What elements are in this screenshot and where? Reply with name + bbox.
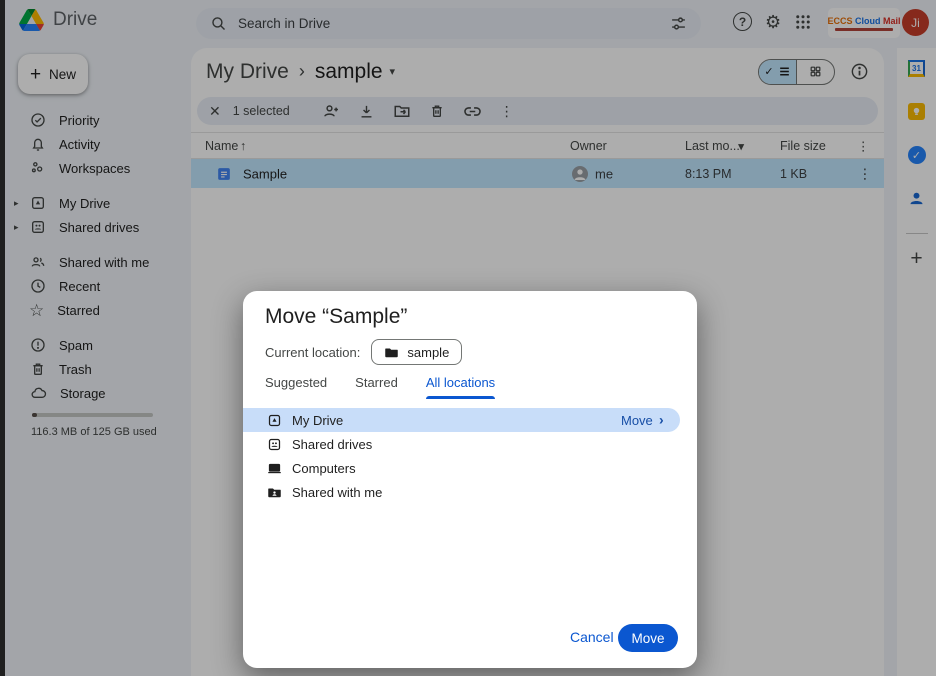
shared-folder-icon xyxy=(267,485,282,500)
location-row-shared-drives[interactable]: Shared drives xyxy=(243,432,697,456)
my-drive-icon xyxy=(267,413,282,428)
shared-drives-icon xyxy=(267,437,282,452)
folder-icon xyxy=(384,345,399,360)
dialog-title: Move “Sample” xyxy=(265,305,407,329)
current-location-label: Current location: xyxy=(265,345,360,360)
row-move-action[interactable]: Move xyxy=(621,413,653,428)
dialog-tabs: Suggested Starred All locations xyxy=(265,375,495,399)
current-location-name: sample xyxy=(407,345,449,360)
location-row-computers[interactable]: Computers xyxy=(243,456,697,480)
location-list: My Drive Move › Shared drives Computers … xyxy=(243,408,697,504)
move-button[interactable]: Move xyxy=(618,624,678,652)
laptop-icon xyxy=(267,461,282,476)
chevron-right-icon[interactable]: › xyxy=(659,411,664,427)
location-row-shared-with-me[interactable]: Shared with me xyxy=(243,480,697,504)
cancel-button[interactable]: Cancel xyxy=(570,629,614,645)
tab-starred[interactable]: Starred xyxy=(355,375,398,399)
move-dialog: Move “Sample” Current location: sample S… xyxy=(243,291,697,668)
tab-all-locations[interactable]: All locations xyxy=(426,375,495,399)
current-location-chip[interactable]: sample xyxy=(371,339,462,365)
location-row-my-drive[interactable]: My Drive Move › xyxy=(243,408,680,432)
tab-suggested[interactable]: Suggested xyxy=(265,375,327,399)
